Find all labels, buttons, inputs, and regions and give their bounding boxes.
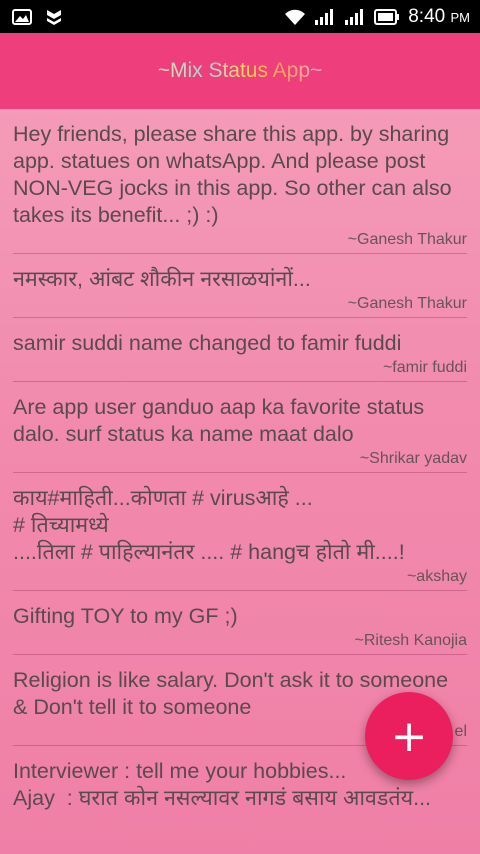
plus-icon: + [390,710,428,762]
post-author: ~akshay [406,568,467,585]
post-text: Hey friends, please share this app. by s… [13,122,458,227]
status-post[interactable]: Are app user ganduo aap ka favorite stat… [13,382,467,473]
image-icon [12,8,32,25]
post-author [13,812,467,818]
post-author: ~famir fuddi [382,359,467,376]
post-author: ~Ganesh Thakur [347,295,467,312]
post-text: samir suddi name changed to famir fuddi [13,331,402,355]
post-author: ~Ritesh Kanojia [354,632,467,649]
post-author: ~Ganesh Thakur [347,231,467,248]
post-text: नमस्कार, आंबट शौकीन नरसाळयांनों... [13,267,311,291]
status-post[interactable]: Gifting TOY to my GF ;) ~Ritesh Kanojia [13,591,467,655]
clock: 8:40 PM [408,5,470,27]
status-bar: 8:40 PM [0,0,480,33]
status-post[interactable]: Hey friends, please share this app. by s… [13,109,467,254]
status-post[interactable]: काय#माहिती...कोणता # virusआहे ... # तिच्… [13,473,467,591]
post-text: Gifting TOY to my GF ;) [13,604,238,628]
signal-icon [314,8,336,26]
app-bar: ~Mix Status App~ [0,33,480,109]
app-title: ~Mix Status App~ [157,59,323,82]
post-text: काय#माहिती...कोणता # virusआहे ... # तिच्… [13,486,405,564]
post-author: ~Shrikar yadav [359,450,467,467]
post-text: Are app user ganduo aap ka favorite stat… [13,395,431,446]
signal-icon-secondary [344,8,366,26]
status-bar-right: 8:40 PM [284,6,470,28]
wifi-icon [284,8,306,26]
shield-icon [46,8,62,26]
status-post[interactable]: samir suddi name changed to famir fuddi … [13,318,467,382]
add-status-button[interactable]: + [365,692,453,780]
battery-icon [374,8,400,26]
status-bar-left [12,8,62,26]
status-post[interactable]: नमस्कार, आंबट शौकीन नरसाळयांनों... ~Gane… [13,254,467,318]
